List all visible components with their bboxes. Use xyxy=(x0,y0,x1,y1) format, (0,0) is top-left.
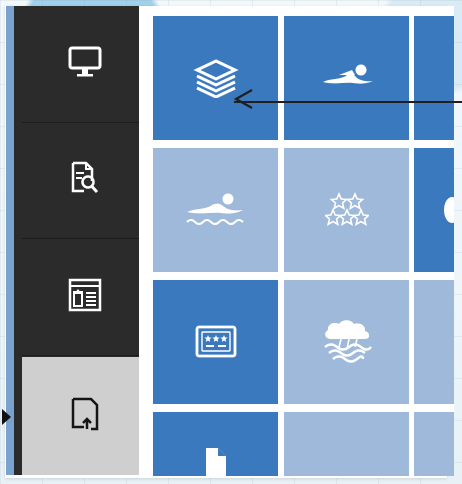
cloud-water-icon xyxy=(319,317,375,367)
annotation-arrow-line xyxy=(234,101,462,103)
tile-grid xyxy=(139,6,454,476)
tile-swimmer[interactable] xyxy=(284,16,409,140)
file-icon xyxy=(203,446,229,476)
swimmer-waves-icon xyxy=(183,190,249,230)
swimmer-icon xyxy=(319,64,375,92)
desktop-icon xyxy=(68,45,102,83)
annotation-arrow-head xyxy=(233,89,253,109)
sidebar-item-desktop[interactable] xyxy=(22,6,147,123)
sidebar xyxy=(6,6,147,475)
active-item-pointer xyxy=(2,409,11,425)
tile-partial-right-3[interactable] xyxy=(414,280,454,404)
document-search-icon xyxy=(70,161,100,199)
tile-file[interactable] xyxy=(153,412,278,476)
tile-stars[interactable] xyxy=(284,148,409,272)
sidebar-item-page-upload[interactable] xyxy=(22,357,147,475)
tile-partial-right-1[interactable] xyxy=(414,16,454,140)
tile-partial-right-4[interactable] xyxy=(414,412,454,476)
page-upload-icon xyxy=(70,396,100,436)
ticket-stars-icon xyxy=(194,324,238,360)
tile-partial-right-2[interactable] xyxy=(414,148,454,272)
partial-icon xyxy=(444,197,454,223)
sidebar-item-document-search[interactable] xyxy=(22,122,147,239)
tile-blank[interactable] xyxy=(284,412,409,476)
tile-cloud-water[interactable] xyxy=(284,280,409,404)
stars-icon xyxy=(324,192,369,228)
tile-swimmer-waves[interactable] xyxy=(153,148,278,272)
sidebar-item-browser-window[interactable] xyxy=(22,239,147,356)
browser-window-icon xyxy=(68,278,102,316)
tile-layers[interactable] xyxy=(153,16,278,140)
tile-ticket-stars[interactable] xyxy=(153,280,278,404)
